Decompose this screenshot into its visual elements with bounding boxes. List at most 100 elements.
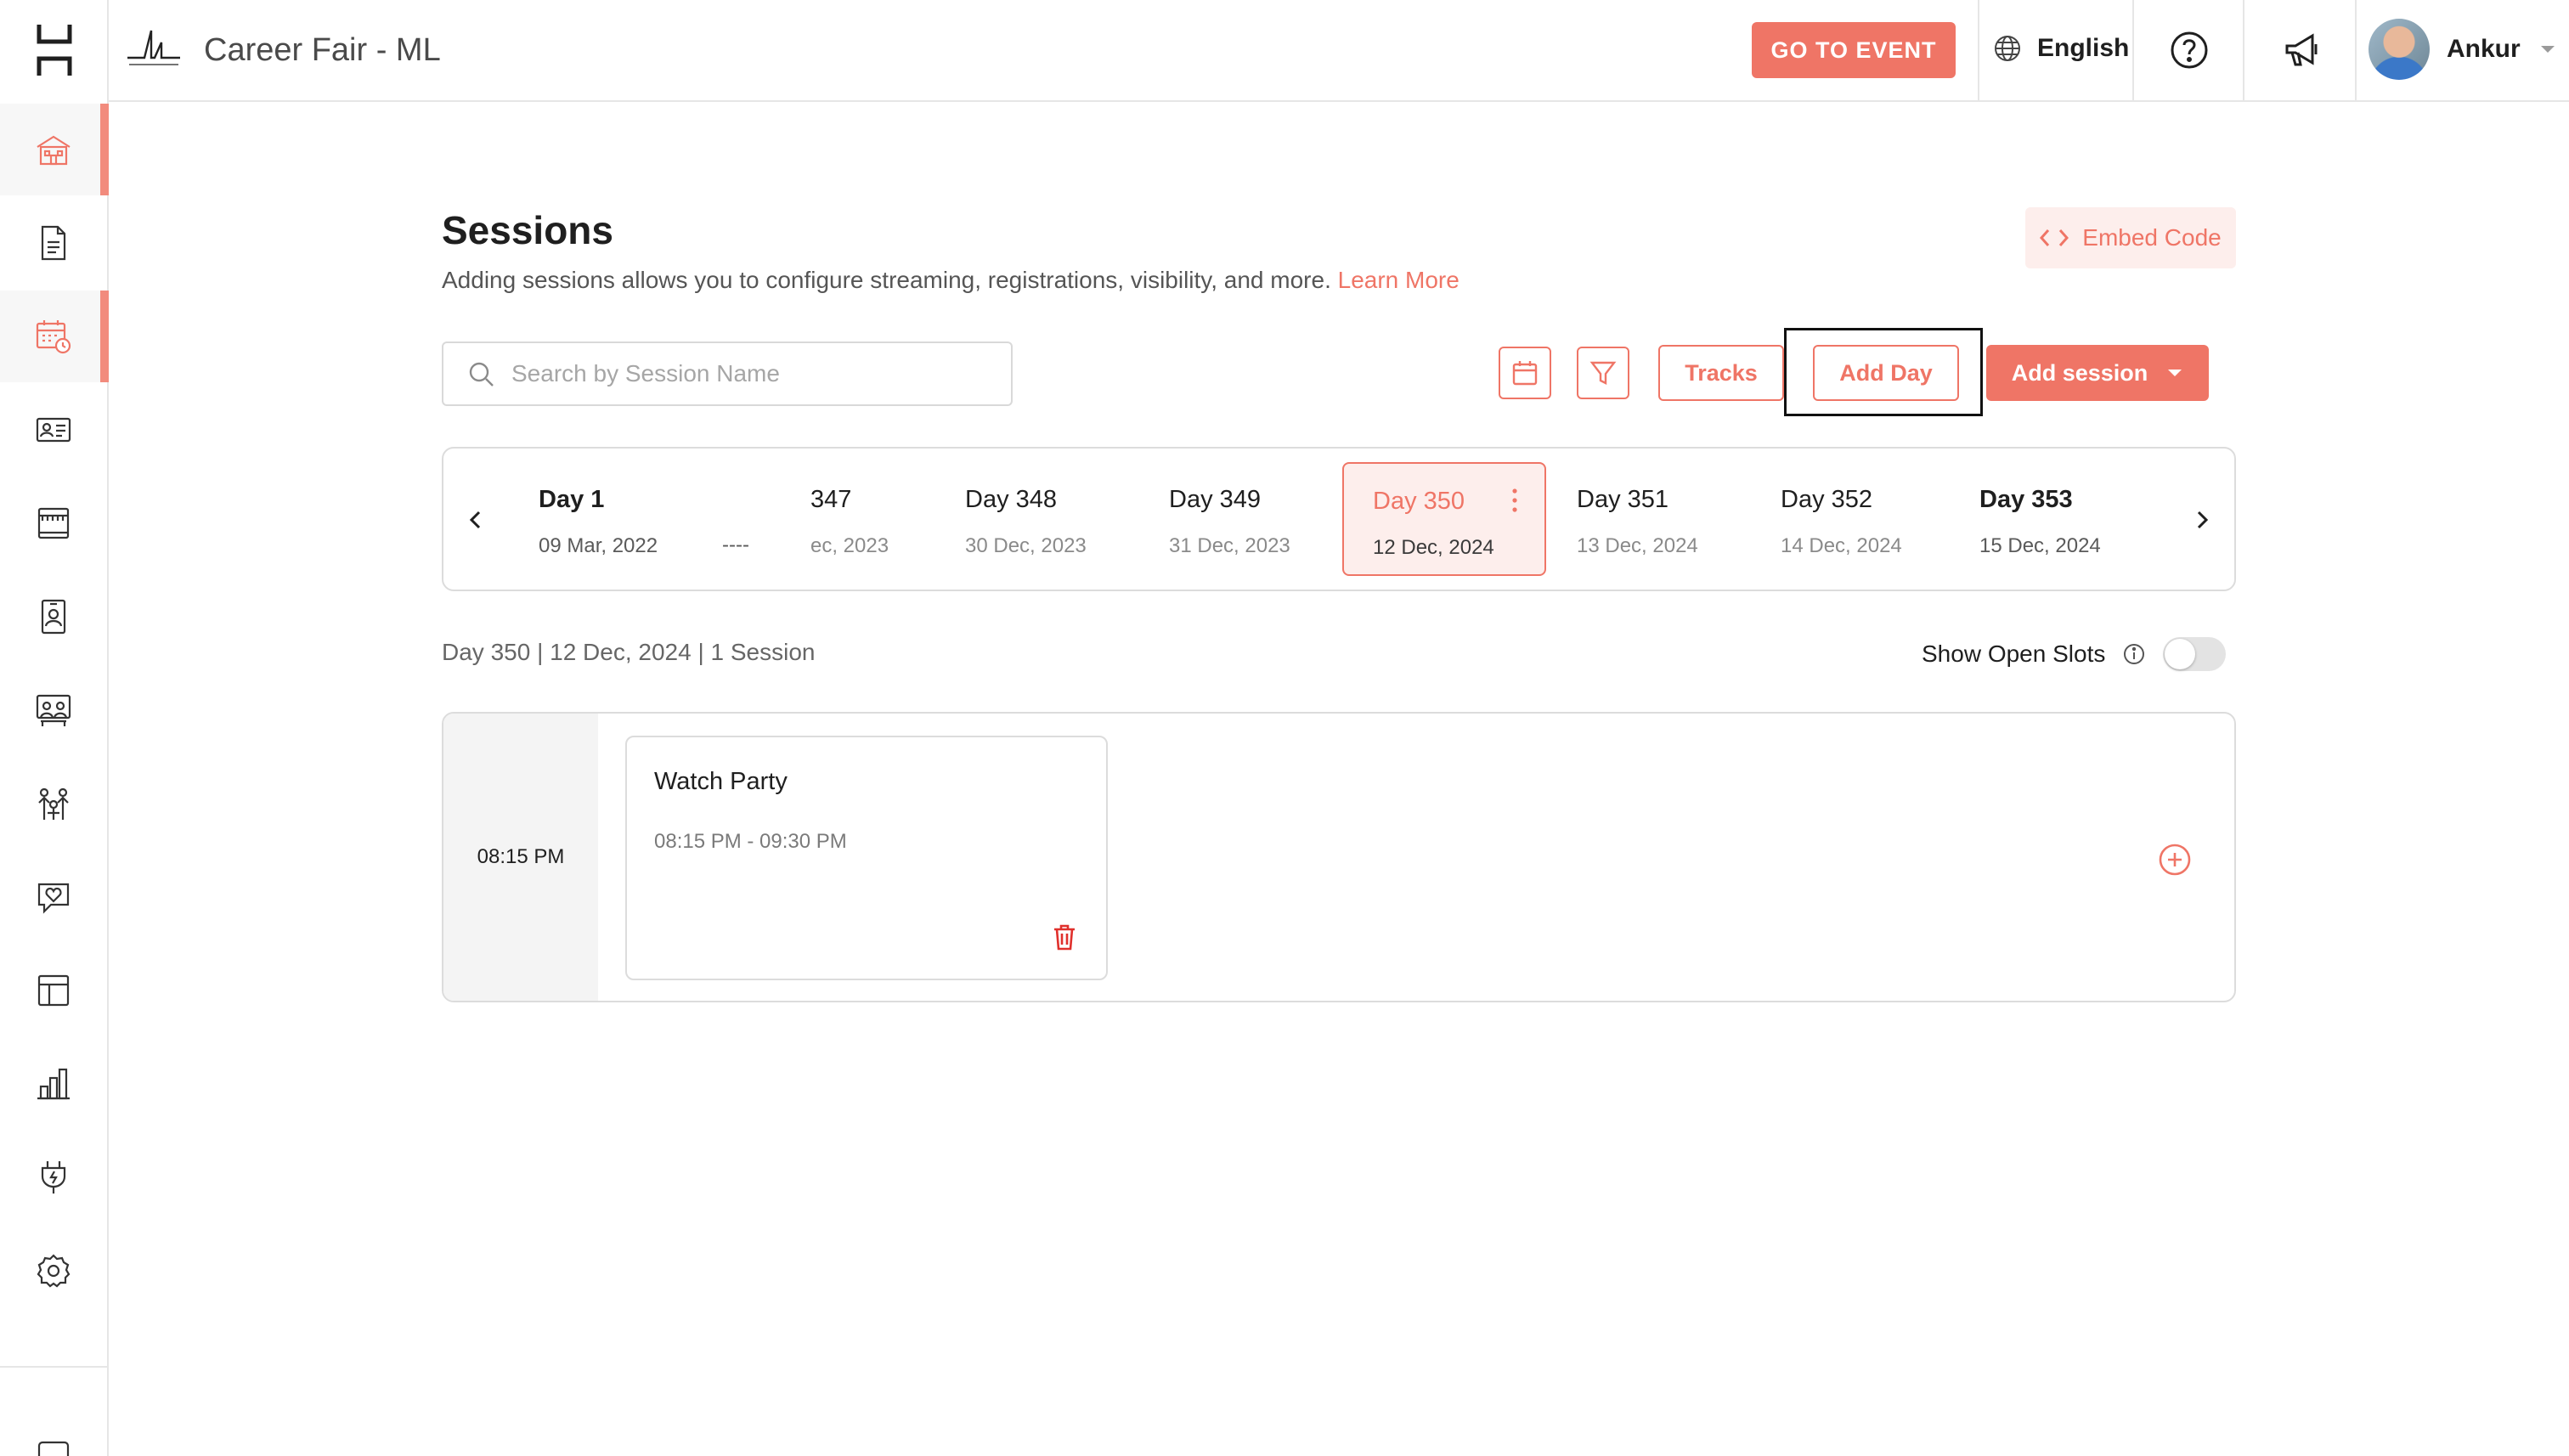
- day-date: 30 Dec, 2023: [965, 534, 1087, 557]
- top-header: Career Fair - ML GO TO EVENT English Ank…: [109, 0, 2569, 102]
- embed-code-button[interactable]: Embed Code: [2025, 207, 2236, 268]
- add-session-slot-icon[interactable]: [2158, 843, 2192, 877]
- show-open-slots-toggle[interactable]: [2163, 637, 2227, 671]
- caret-down-icon: [2168, 370, 2182, 376]
- trash-icon[interactable]: [1050, 923, 1079, 951]
- day-name: Day 348: [965, 486, 1058, 513]
- info-icon[interactable]: [2122, 642, 2146, 666]
- user-name: Ankur: [2447, 35, 2521, 63]
- calendar-view-button[interactable]: [1499, 347, 1551, 399]
- day-date: 15 Dec, 2024: [1979, 534, 2101, 557]
- sidebar-item-pages[interactable]: [0, 197, 107, 289]
- chevron-left-icon[interactable]: [460, 505, 491, 535]
- page-title: Sessions: [442, 208, 613, 252]
- add-session-label: Add session: [2011, 359, 2148, 386]
- chevron-down-icon: [2540, 46, 2555, 53]
- day-tab-353[interactable]: Day 353 15 Dec, 2024: [1979, 462, 2183, 576]
- day-selector-strip: Day 1 09 Mar, 2022 ---- 347 ec, 2023 Day…: [442, 447, 2236, 591]
- calendar-schedule-icon: [36, 320, 71, 354]
- sidebar-item-analytics[interactable]: [0, 1038, 107, 1130]
- day-tab-348[interactable]: Day 348 30 Dec, 2023: [965, 462, 1169, 576]
- document-icon: [41, 225, 66, 261]
- language-label: English: [2037, 34, 2130, 62]
- layout-icon: [37, 974, 70, 1007]
- learn-more-link[interactable]: Learn More: [1338, 267, 1460, 293]
- sidebar-item-networking[interactable]: [0, 758, 107, 849]
- day-tab-347[interactable]: 347 ec, 2023: [810, 462, 912, 576]
- day-date: ec, 2023: [810, 534, 889, 557]
- user-menu[interactable]: Ankur: [2369, 19, 2558, 80]
- sidebar-item-sessions[interactable]: [0, 291, 109, 382]
- day-summary: Day 350 | 12 Dec, 2024 | 1 Session: [442, 639, 816, 665]
- user-avatar: [2369, 19, 2430, 80]
- day-tab-1[interactable]: Day 1 09 Mar, 2022: [539, 462, 742, 576]
- day-date: 12 Dec, 2024: [1373, 536, 1494, 559]
- id-card-icon: [36, 417, 71, 443]
- search-icon: [469, 362, 494, 387]
- sidebar: [0, 0, 109, 1456]
- megaphone-icon[interactable]: [2280, 29, 2323, 71]
- session-name: Watch Party: [654, 768, 788, 795]
- kebab-menu-icon[interactable]: [1510, 488, 1519, 513]
- sidebar-item-attendees[interactable]: [0, 384, 107, 476]
- show-open-slots-label: Show Open Slots: [1922, 641, 2106, 667]
- show-open-slots: Show Open Slots: [1922, 637, 2227, 671]
- day-date: 09 Mar, 2022: [539, 534, 658, 557]
- event-brand-logo-icon: [127, 30, 180, 65]
- integrations-plug-icon: [41, 1161, 66, 1194]
- badge-icon: [41, 599, 66, 635]
- go-to-event-button[interactable]: GO TO EVENT: [1752, 22, 1956, 78]
- app-logo[interactable]: [0, 0, 109, 100]
- day-name: 347: [810, 486, 852, 513]
- header-divider: [2355, 0, 2357, 100]
- sidebar-item-settings[interactable]: [0, 1225, 107, 1317]
- chevron-right-icon[interactable]: [2187, 505, 2217, 535]
- sidebar-item-layout[interactable]: [0, 945, 107, 1036]
- booth-icon: [37, 507, 70, 539]
- day-name: Day 353: [1979, 486, 2073, 513]
- page-description-text: Adding sessions allows you to configure …: [442, 267, 1331, 293]
- embed-code-label: Embed Code: [2082, 224, 2222, 251]
- networking-icon: [38, 787, 69, 820]
- sidebar-item-engagement[interactable]: [0, 851, 107, 943]
- day-tab-352[interactable]: Day 352 14 Dec, 2024: [1781, 462, 1985, 576]
- day-name: Day 1: [539, 486, 605, 513]
- sidebar-item-lounge[interactable]: [0, 664, 107, 756]
- sidebar-item-bottom[interactable]: [0, 1393, 107, 1456]
- search-input[interactable]: [511, 360, 987, 387]
- app-logo-icon: [37, 25, 72, 76]
- calendar-icon: [1512, 361, 1538, 386]
- building-icon: [37, 135, 71, 166]
- header-divider: [2132, 0, 2134, 100]
- add-session-button[interactable]: Add session: [1986, 345, 2209, 401]
- header-divider: [1978, 0, 1979, 100]
- settings-gear-icon: [37, 1254, 71, 1288]
- globe-icon: [1995, 36, 2020, 61]
- code-brackets-icon: [2040, 229, 2069, 246]
- header-divider: [2243, 0, 2244, 100]
- session-card[interactable]: Watch Party 08:15 PM - 09:30 PM: [625, 736, 1108, 980]
- help-question-icon[interactable]: [2168, 29, 2210, 71]
- filter-funnel-icon: [1589, 361, 1617, 385]
- event-title: Career Fair - ML: [204, 32, 441, 68]
- sidebar-divider: [0, 1366, 107, 1368]
- sidebar-item-badges[interactable]: [0, 571, 107, 663]
- filter-button[interactable]: [1577, 347, 1629, 399]
- time-slot-label: 08:15 PM: [443, 714, 598, 1001]
- day-tab-350[interactable]: Day 350 12 Dec, 2024: [1342, 462, 1546, 576]
- language-selector[interactable]: English: [1993, 34, 2129, 63]
- session-search[interactable]: [442, 341, 1013, 406]
- sidebar-item-lobby[interactable]: [0, 104, 109, 195]
- day-name: Day 351: [1577, 486, 1669, 513]
- day-tab-351[interactable]: Day 351 13 Dec, 2024: [1577, 462, 1781, 576]
- tracks-button[interactable]: Tracks: [1658, 345, 1784, 401]
- session-time-range: 08:15 PM - 09:30 PM: [654, 830, 847, 853]
- day-name: Day 352: [1781, 486, 1873, 513]
- sidebar-item-integrations[interactable]: [0, 1132, 107, 1223]
- day-gap-indicator: ----: [722, 533, 749, 556]
- analytics-icon: [37, 1068, 70, 1100]
- sessions-panel: 08:15 PM Watch Party 08:15 PM - 09:30 PM: [442, 712, 2236, 1002]
- engagement-heart-icon: [37, 883, 70, 914]
- sidebar-item-booths[interactable]: [0, 477, 107, 569]
- add-day-button[interactable]: Add Day: [1813, 345, 1959, 401]
